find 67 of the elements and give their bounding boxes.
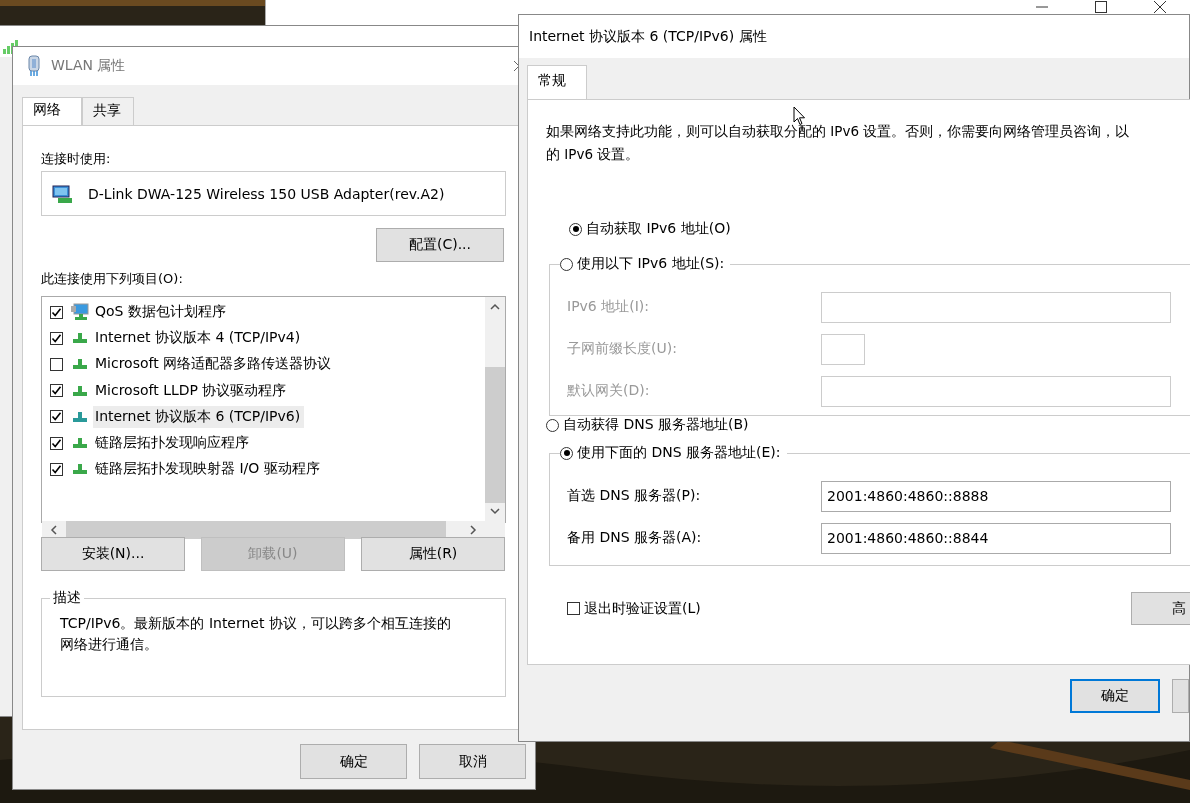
action-button[interactable]: 安装(N)... [41, 537, 185, 571]
list-item[interactable]: Internet 协议版本 4 (TCP/IPv4) [93, 327, 305, 350]
tab[interactable]: 共享 [82, 97, 134, 125]
ok-button[interactable]: 确定 [1070, 679, 1160, 713]
network-icon [73, 464, 87, 475]
maximize-icon[interactable] [1094, 0, 1108, 14]
dialog-button[interactable]: 确定 [300, 744, 407, 779]
checkbox-label: 退出时验证设置(L) [584, 599, 701, 618]
intro-text: 如果网络支持此功能，则可以自动获取分配的 IPv6 设置。否则，你需要向网络管理员咨询，以 的 IPv6 设置。 [546, 122, 1131, 164]
list-item[interactable]: Microsoft 网络适配器多路传送器协议 [93, 353, 336, 376]
option-label: 自动获取 IPv6 地址(O) [586, 220, 731, 238]
window-title: Internet 协议版本 6 (TCP/IPv6) 属性 [529, 27, 767, 46]
checkbox[interactable] [50, 305, 63, 319]
checkbox[interactable] [50, 436, 63, 450]
field-label: 此连接使用下列项目(O): [41, 270, 184, 288]
cursor-icon [793, 106, 806, 126]
input-field[interactable]: 2001:4860:4860::8844 [821, 522, 1171, 554]
network-adapter-icon [52, 183, 74, 204]
list-item[interactable]: QoS 数据包计划程序 [93, 301, 230, 324]
field-label: 连接时使用: [41, 150, 112, 168]
list-item[interactable]: Internet 协议版本 6 (TCP/IPv6) [93, 405, 305, 428]
configure-button[interactable]: 配置(C)... [376, 228, 504, 262]
radio-button[interactable] [560, 257, 573, 271]
list-item[interactable]: Microsoft LLDP 协议驱动程序 [93, 379, 291, 402]
adapter-name: D-Link DWA-125 Wireless 150 USB Adapter(rev.A2) [88, 185, 445, 202]
input-field[interactable]: 2001:4860:4860::8888 [821, 480, 1171, 512]
action-button[interactable]: 属性(R) [361, 537, 505, 571]
network-icon [73, 438, 87, 449]
tab[interactable]: 网络 [22, 97, 82, 125]
monitor-icon [71, 303, 89, 322]
list-item[interactable]: 链路层拓扑发现映射器 I/O 驱动程序 [93, 458, 324, 481]
field-label: 子网前缀长度(U): [567, 340, 678, 358]
adapter-icon [27, 55, 41, 77]
checkbox[interactable] [50, 410, 63, 424]
option-label: 自动获得 DNS 服务器地址(B) [563, 416, 749, 434]
scroll-down-icon[interactable] [490, 507, 500, 515]
field-label: 备用 DNS 服务器(A): [567, 529, 703, 547]
checkbox[interactable] [567, 602, 580, 615]
option-label: 使用下面的 DNS 服务器地址(E): [577, 444, 781, 462]
field-label: 首选 DNS 服务器(P): [567, 487, 702, 505]
checkbox[interactable] [50, 331, 63, 345]
advanced-button[interactable]: 高 [1131, 592, 1190, 625]
field-label: IPv6 地址(I): [567, 298, 650, 316]
scrollbar[interactable] [42, 521, 505, 539]
close-icon[interactable] [1153, 0, 1167, 14]
window-title: WLAN 属性 [51, 57, 126, 75]
description-text: TCP/IPv6。最新版本的 Internet 协议，可以跨多个相互连接的 网络进行通信。 [60, 614, 452, 654]
scroll-left-icon[interactable] [50, 525, 58, 535]
option-label: 使用以下 IPv6 地址(S): [577, 255, 725, 273]
checkbox[interactable] [50, 462, 63, 476]
checkbox[interactable] [50, 357, 63, 371]
tab[interactable]: 常规 [527, 65, 587, 99]
radio-button[interactable] [546, 418, 559, 432]
radio-button[interactable] [560, 446, 573, 460]
network-icon [73, 333, 87, 344]
radio-button[interactable] [569, 222, 582, 236]
scroll-right-icon[interactable] [469, 525, 477, 535]
list-item[interactable]: 链路层拓扑发现响应程序 [93, 432, 253, 455]
field-label: 默认网关(D): [567, 382, 651, 400]
scrollbar[interactable] [485, 297, 505, 521]
network-icon [73, 411, 87, 422]
network-icon [73, 359, 87, 370]
scroll-up-icon[interactable] [490, 303, 500, 311]
group-title: 描述 [50, 589, 84, 607]
dialog-button[interactable]: 取消 [419, 744, 526, 779]
network-icon [73, 385, 87, 396]
checkbox[interactable] [50, 384, 63, 398]
